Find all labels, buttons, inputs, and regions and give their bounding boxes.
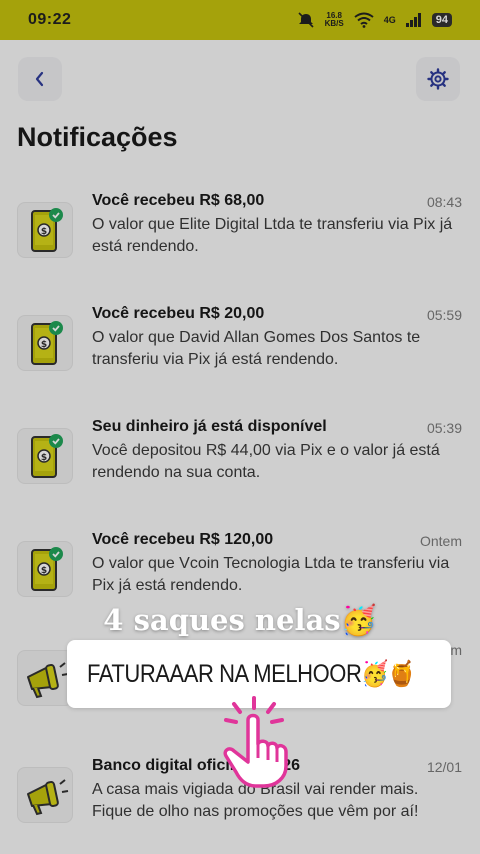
tap-hand-icon [223,696,288,788]
svg-text:$: $ [41,453,47,463]
notification-time: m [450,642,462,658]
svg-text:$: $ [41,227,47,237]
notification-time: 05:39 [426,420,462,436]
phone-money-check-icon: $ [31,547,63,591]
phone-money-check-icon: $ [31,321,63,365]
notification-thumbnail: $ [17,541,73,597]
notification-body: Você depositou R$ 44,00 via Pix e o valo… [92,442,440,481]
status-icons: 16.8 KB/S 4G 94 [297,12,452,28]
link-text: FATURAAAR NA MELHOOR🥳🍯 [87,659,416,688]
notification-title: Você recebeu R$ 20,00 [92,305,265,322]
network-type: 4G [383,15,396,25]
notification-thumbnail: $ [17,315,73,371]
back-button[interactable] [18,57,62,101]
notification-item[interactable]: $ Você recebeu R$ 68,00 08:43 O valor qu… [17,192,467,272]
notification-item[interactable]: $ Você recebeu R$ 20,00 05:59 O valor qu… [17,305,467,385]
signal-icon [405,13,421,27]
settings-button[interactable] [416,57,460,101]
promo-caption: 4 saques nelas🥳 [103,603,377,637]
notification-body: O valor que Elite Digital Ltda te transf… [92,216,453,255]
mute-icon [298,12,314,28]
status-time: 09:22 [28,11,72,28]
notification-title: Seu dinheiro já está disponível [92,418,327,435]
notification-item[interactable]: $ Você recebeu R$ 120,00 Ontem O valor q… [17,531,467,611]
page-title: Notificações [17,122,178,152]
megaphone-icon [27,779,69,816]
phone-money-check-icon: $ [31,208,63,252]
notification-item[interactable]: $ Seu dinheiro já está disponível 05:39 … [17,418,467,498]
notification-time: Ontem [419,533,462,549]
chevron-left-icon [35,71,44,87]
status-bar: 09:22 16.8 KB/S 4G 94 [0,0,480,40]
notification-body: O valor que Vcoin Tecnologia Ltda te tra… [92,555,450,594]
notification-body: O valor que David Allan Gomes Dos Santos… [92,329,421,368]
notification-thumbnail [17,650,73,706]
svg-text:$: $ [41,340,47,350]
notification-title: Você recebeu R$ 68,00 [92,192,265,209]
notification-time: 12/01 [426,759,462,775]
notification-title: Você recebeu R$ 120,00 [92,531,274,548]
network-speed: 16.8 KB/S [325,12,344,28]
svg-text:$: $ [41,566,47,576]
notification-thumbnail: $ [17,428,73,484]
notification-time: 08:43 [426,194,462,210]
notification-time: 05:59 [426,307,462,323]
speed-unit: KB/S [324,19,344,28]
battery-level: 94 [431,13,452,27]
wifi-icon [354,12,374,28]
phone-money-check-icon: $ [31,434,63,478]
gear-icon [427,68,449,90]
notification-thumbnail: $ [17,202,73,258]
notification-thumbnail [17,767,73,823]
megaphone-icon [27,662,69,699]
